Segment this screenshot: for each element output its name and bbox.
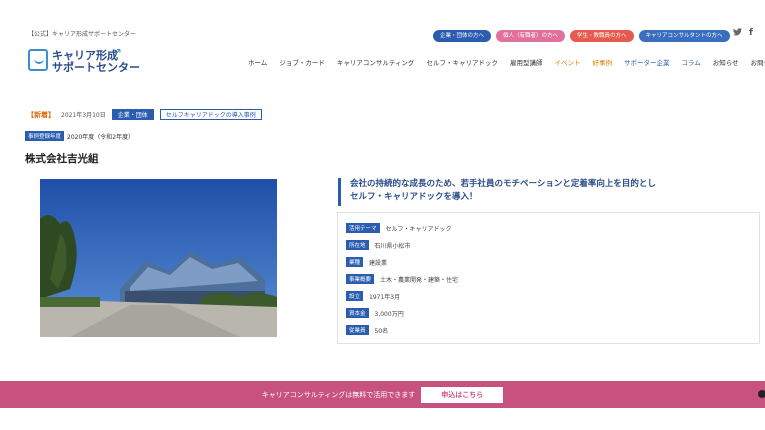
nav-instructor[interactable]: 雇用型講師 [504,57,549,67]
year-label: 事例登録年度 [25,131,65,141]
info-key: 所在地 [346,240,369,250]
pill-student[interactable]: 学生・教職員の方へ [570,30,634,42]
main-nav: ホーム ジョブ・カード キャリアコンサルティング セルフ・キャリアドック 雇用型… [242,57,765,67]
edge-dot [758,390,765,398]
info-key: 活用テーマ [346,223,380,233]
info-key: 事業概要 [346,274,375,284]
info-row-employees: 従業員 50名 [346,325,388,335]
info-key: 設立 [346,291,364,301]
new-badge: 【新着】 [27,110,55,119]
info-value: 1971年3月 [369,293,401,301]
case-headline: 会社の持続的な成長のため、若手社員のモチベーションと定着率向上を目的とし セルフ… [338,178,718,206]
logo-text-line2: サポートセンター [52,61,140,74]
info-row-business: 事業概要 土木・農業開発・建築・住宅 [346,274,458,284]
nav-job-card[interactable]: ジョブ・カード [273,57,331,67]
site-logo[interactable]: キャリア形成 サポートセンター ↗ [28,45,140,75]
registration-year: 事例登録年度 2020年度（令和2年度） [25,131,134,141]
subcategory-tag[interactable]: セルフキャリアドックの導入事例 [159,109,262,120]
site-tagline: 【公式】キャリア形成サポートセンター [28,31,137,38]
info-row-capital: 資本金 3,000万円 [346,308,404,318]
nav-supporter-companies[interactable]: サポーター企業 [618,57,676,67]
pill-consultant[interactable]: キャリアコンサルタントの方へ [638,30,730,42]
social-links: f [733,28,753,39]
info-value: 石川県小松市 [374,242,411,250]
info-value: 建設業 [369,259,388,267]
info-row-founded: 設立 1971年3月 [346,291,400,301]
info-value: 3,000万円 [374,310,404,318]
info-row-location: 所在地 石川県小松市 [346,240,411,250]
cta-bar: キャリアコンサルティングは無料で活用できます 申込はこちら [0,381,765,408]
category-tag[interactable]: 企業・団体 [111,109,154,120]
pill-individual[interactable]: 個人（有職者）の方へ [496,30,566,42]
nav-self-career-dock[interactable]: セルフ・キャリアドック [420,57,504,67]
nav-home[interactable]: ホーム [242,57,273,67]
arrow-up-right-icon: ↗ [112,45,123,59]
page-title: 株式会社吉光組 [25,153,99,165]
info-row-industry: 業種 建設業 [346,257,387,267]
pill-corporate[interactable]: 企業・団体の方へ [433,30,492,42]
company-building-photo [40,179,277,337]
nav-good-practices[interactable]: 好事例 [586,57,618,67]
company-info-table: 活用テーマ セルフ・キャリアドック 所在地 石川県小松市 業種 建設業 事業概要… [337,212,760,344]
info-value: セルフ・キャリアドック [385,225,452,233]
info-key: 従業員 [346,325,369,335]
info-key: 業種 [346,257,364,267]
publish-date: 2021年3月10日 [61,112,106,119]
nav-career-consulting[interactable]: キャリアコンサルティング [331,57,421,67]
nav-column[interactable]: コラム [675,57,706,67]
twitter-icon[interactable] [733,28,742,39]
info-value: 土木・農業開発・建築・住宅 [380,276,459,284]
nav-contact[interactable]: お問合せ [745,57,765,67]
nav-news[interactable]: お知らせ [707,57,745,67]
year-value: 2020年度（令和2年度） [67,133,135,141]
cta-text: キャリアコンサルティングは無料で活用できます [261,390,416,399]
audience-pills: 企業・団体の方へ 個人（有職者）の方へ 学生・教職員の方へ キャリアコンサルタン… [433,30,730,42]
facebook-icon[interactable]: f [749,28,753,39]
headline-line1: 会社の持続的な成長のため、若手社員のモチベーションと定着率向上を目的とし [350,179,656,189]
headline-line2: セルフ・キャリアドックを導入！ [350,192,478,202]
info-key: 資本金 [346,308,369,318]
info-row-theme: 活用テーマ セルフ・キャリアドック [346,223,452,233]
info-value: 50名 [374,327,389,335]
article-meta: 【新着】 2021年3月10日 企業・団体 セルフキャリアドックの導入事例 [27,109,262,120]
apply-button[interactable]: 申込はこちら [421,386,504,403]
nav-events[interactable]: イベント [548,57,586,67]
logo-mark-icon [28,49,48,71]
